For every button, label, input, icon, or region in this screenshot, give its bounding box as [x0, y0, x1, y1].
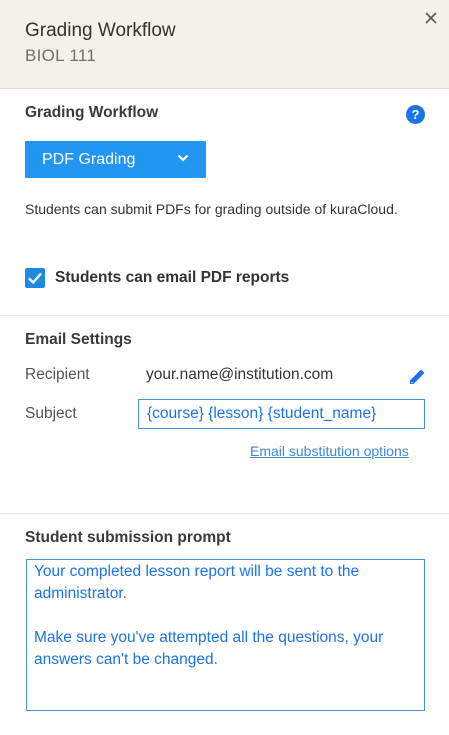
workflow-dropdown-label: PDF Grading — [42, 150, 136, 168]
email-pdf-checkbox[interactable] — [25, 268, 45, 288]
recipient-value: your.name@institution.com — [146, 366, 334, 383]
grading-workflow-panel: Grading Workflow BIOL 111 Grading Workfl… — [0, 0, 449, 735]
email-settings-title: Email Settings — [25, 331, 132, 348]
header-title: Grading Workflow — [25, 20, 176, 41]
email-pdf-checkbox-label[interactable]: Students can email PDF reports — [55, 269, 289, 287]
close-button[interactable] — [420, 7, 442, 29]
panel-header: Grading Workflow BIOL 111 — [0, 0, 449, 89]
close-icon — [425, 12, 437, 24]
subject-label: Subject — [25, 405, 77, 422]
submission-prompt-textarea[interactable]: Your completed lesson report will be sen… — [26, 559, 425, 711]
recipient-label: Recipient — [25, 366, 90, 383]
pencil-icon — [410, 369, 425, 384]
section-divider — [0, 315, 449, 316]
email-substitution-link[interactable]: Email substitution options — [250, 443, 409, 459]
help-icon[interactable]: ? — [406, 105, 425, 124]
checkmark-icon — [28, 272, 42, 285]
workflow-dropdown[interactable]: PDF Grading — [25, 141, 206, 178]
submission-prompt-title: Student submission prompt — [25, 529, 231, 546]
section-divider — [0, 513, 449, 514]
workflow-description: Students can submit PDFs for grading out… — [25, 201, 398, 217]
header-subtitle: BIOL 111 — [25, 46, 97, 65]
workflow-section-title: Grading Workflow — [25, 104, 159, 121]
edit-recipient-button[interactable] — [408, 369, 425, 386]
chevron-down-icon — [177, 154, 189, 162]
subject-input[interactable] — [138, 399, 425, 429]
